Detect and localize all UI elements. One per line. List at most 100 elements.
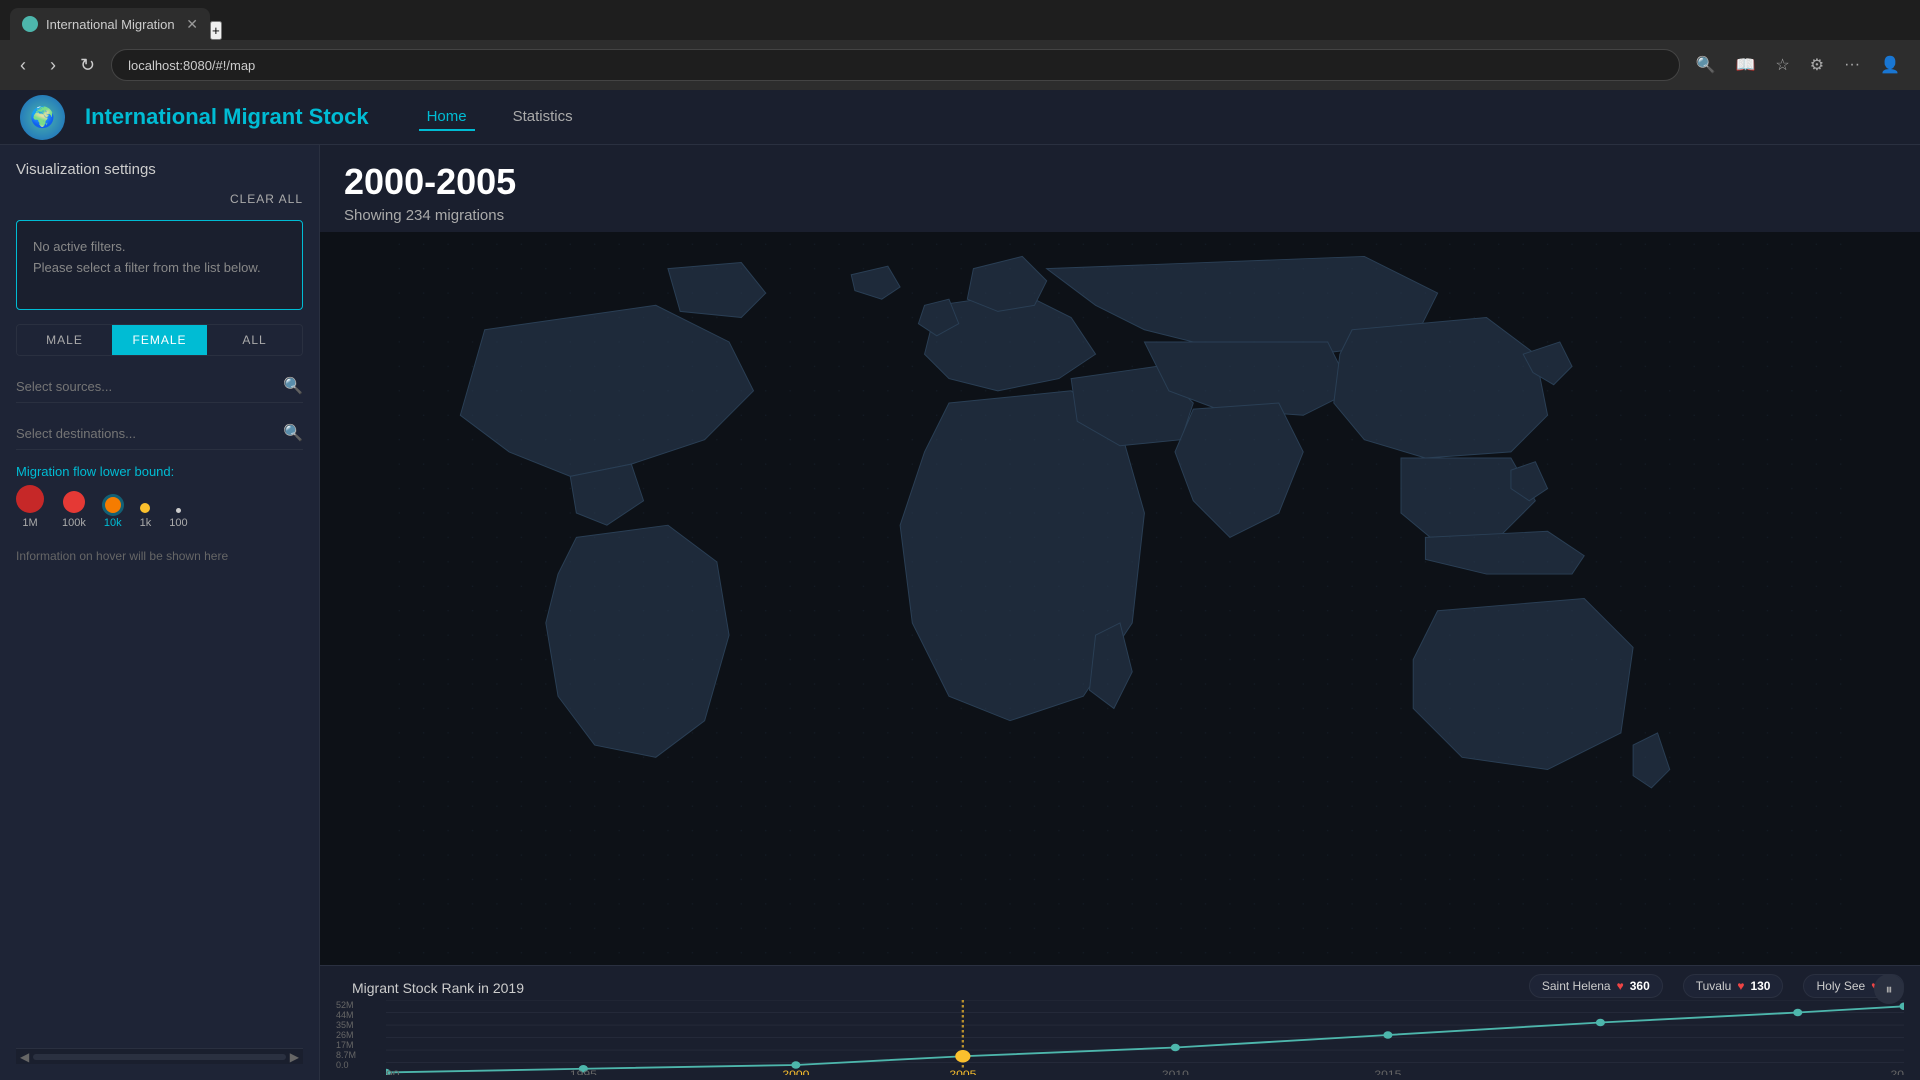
- flow-dots: 1M 100k 10k 1k: [16, 485, 303, 529]
- world-map-svg: [320, 232, 1920, 965]
- hover-info: Information on hover will be shown here: [16, 549, 303, 563]
- tab-favicon: [22, 16, 38, 32]
- sidebar: Visualization settings CLEAR ALL No acti…: [0, 145, 320, 1080]
- svg-text:2015: 2015: [1374, 1069, 1401, 1075]
- svg-text:1990: 1990: [386, 1069, 399, 1075]
- dot-label-10k: 10k: [104, 517, 122, 529]
- sources-search-icon[interactable]: 🔍: [283, 376, 303, 396]
- map-year-range: 2000-2005: [344, 161, 1896, 203]
- scroll-left-arrow[interactable]: ◀: [20, 1050, 29, 1064]
- browser-chrome: International Migration ✕ + ‹ › ↻ localh…: [0, 0, 1920, 90]
- app-title: International Migrant Stock: [85, 104, 369, 130]
- y-label-8m: 8.7M: [336, 1050, 386, 1060]
- destinations-search-row: 🔍: [16, 417, 303, 450]
- destinations-search-icon[interactable]: 🔍: [283, 423, 303, 443]
- filter-no-active: No active filters. Please select a filte…: [33, 237, 286, 279]
- y-label-0: 0.0: [336, 1060, 386, 1070]
- chart-svg: 1990 1995 2000 2005 2010 2015 2019: [386, 1000, 1904, 1075]
- filter-line2: Please select a filter from the list bel…: [33, 260, 261, 275]
- dot-label-1m: 1M: [22, 517, 37, 529]
- new-tab-button[interactable]: +: [210, 21, 222, 40]
- flow-dot-1k[interactable]: 1k: [140, 503, 152, 529]
- y-axis: 52M 44M 35M 26M 17M 8.7M 0.0: [336, 1000, 386, 1075]
- badge-saint-helena-heart: ♥: [1617, 979, 1624, 993]
- badge-saint-helena-name: Saint Helena: [1542, 979, 1611, 993]
- dot-label-100: 100: [169, 517, 187, 529]
- y-label-35m: 35M: [336, 1020, 386, 1030]
- svg-text:2005: 2005: [949, 1069, 976, 1075]
- gender-male-button[interactable]: MALE: [17, 325, 112, 355]
- main-layout: Visualization settings CLEAR ALL No acti…: [0, 145, 1920, 1080]
- sources-search-row: 🔍: [16, 370, 303, 403]
- dot-1k: [140, 503, 150, 513]
- clear-all-button[interactable]: CLEAR ALL: [230, 192, 303, 206]
- dot-1m: [16, 485, 44, 513]
- refresh-button[interactable]: ↻: [72, 51, 103, 80]
- dot-10k: [105, 497, 121, 513]
- badge-saint-helena: Saint Helena ♥ 360: [1529, 974, 1663, 998]
- svg-text:2010: 2010: [1162, 1069, 1189, 1075]
- app: 🌍 International Migrant Stock Home Stati…: [0, 90, 1920, 1080]
- address-text: localhost:8080/#!/map: [128, 58, 255, 73]
- chart-title: Migrant Stock Rank in 2019: [336, 972, 540, 1000]
- dot-100: [176, 508, 181, 513]
- svg-text:2000: 2000: [782, 1069, 809, 1075]
- scroll-right-arrow[interactable]: ▶: [290, 1050, 299, 1064]
- svg-text:1995: 1995: [570, 1069, 597, 1075]
- chart-container: 52M 44M 35M 26M 17M 8.7M 0.0: [320, 1000, 1920, 1075]
- dot-label-100k: 100k: [62, 517, 86, 529]
- y-label-26m: 26M: [336, 1030, 386, 1040]
- flow-dot-100[interactable]: 100: [169, 508, 187, 529]
- more-button[interactable]: ···: [1836, 51, 1868, 79]
- clear-all-row: CLEAR ALL: [16, 192, 303, 206]
- forward-button[interactable]: ›: [42, 51, 64, 80]
- gender-female-button[interactable]: FEMALE: [112, 325, 207, 355]
- y-label-44m: 44M: [336, 1010, 386, 1020]
- extensions-button[interactable]: ⚙: [1802, 51, 1832, 79]
- address-bar[interactable]: localhost:8080/#!/map: [111, 49, 1679, 81]
- map-header: 2000-2005 Showing 234 migrations: [320, 145, 1920, 232]
- gender-all-button[interactable]: ALL: [207, 325, 302, 355]
- migration-bound-label: Migration flow lower bound:: [16, 464, 303, 479]
- filter-box: No active filters. Please select a filte…: [16, 220, 303, 310]
- app-logo: 🌍: [20, 95, 65, 140]
- app-nav: Home Statistics: [419, 104, 581, 131]
- flow-dot-100k[interactable]: 100k: [62, 491, 86, 529]
- svg-text:2019: 2019: [1891, 1069, 1904, 1075]
- nav-home[interactable]: Home: [419, 104, 475, 131]
- map-area: 2000-2005 Showing 234 migrations: [320, 145, 1920, 1080]
- nav-statistics[interactable]: Statistics: [505, 104, 581, 131]
- chart-plot: 1990 1995 2000 2005 2010 2015 2019: [386, 1000, 1904, 1075]
- badge-tuvalu-count: 130: [1750, 979, 1770, 993]
- zoom-button[interactable]: 🔍: [1688, 51, 1724, 79]
- bookmark-button[interactable]: ☆: [1767, 51, 1797, 79]
- map-subtitle: Showing 234 migrations: [344, 207, 1896, 224]
- profile-button[interactable]: 👤: [1872, 51, 1908, 79]
- gender-selector: MALE FEMALE ALL: [16, 324, 303, 356]
- sidebar-title: Visualization settings: [16, 161, 303, 178]
- badge-tuvalu-name: Tuvalu: [1696, 979, 1732, 993]
- y-label-52m: 52M: [336, 1000, 386, 1010]
- badge-tuvalu: Tuvalu ♥ 130: [1683, 974, 1784, 998]
- bottom-panel: Migrant Stock Rank in 2019 Saint Helena …: [320, 965, 1920, 1080]
- migration-bound-section: Migration flow lower bound: 1M 100k 10k: [16, 464, 303, 529]
- destinations-input[interactable]: [16, 426, 283, 441]
- tab-bar: International Migration ✕ +: [0, 0, 1920, 40]
- tab-title: International Migration: [46, 17, 175, 32]
- badge-holy-see-name: Holy See: [1816, 979, 1865, 993]
- back-button[interactable]: ‹: [12, 51, 34, 80]
- dot-100k: [63, 491, 85, 513]
- active-tab[interactable]: International Migration ✕: [10, 8, 210, 40]
- map-container[interactable]: [320, 232, 1920, 965]
- flow-dot-1m[interactable]: 1M: [16, 485, 44, 529]
- sources-input[interactable]: [16, 379, 283, 394]
- filter-line1: No active filters.: [33, 239, 125, 254]
- badge-saint-helena-count: 360: [1630, 979, 1650, 993]
- flow-dot-10k[interactable]: 10k: [104, 497, 122, 529]
- y-label-17m: 17M: [336, 1040, 386, 1050]
- nav-bar: ‹ › ↻ localhost:8080/#!/map 🔍 📖 ☆ ⚙ ··· …: [0, 40, 1920, 90]
- sidebar-scrollbar[interactable]: ◀ ▶: [16, 1048, 303, 1064]
- scroll-track: [33, 1054, 286, 1060]
- reader-button[interactable]: 📖: [1727, 51, 1763, 79]
- tab-close-button[interactable]: ✕: [186, 16, 198, 33]
